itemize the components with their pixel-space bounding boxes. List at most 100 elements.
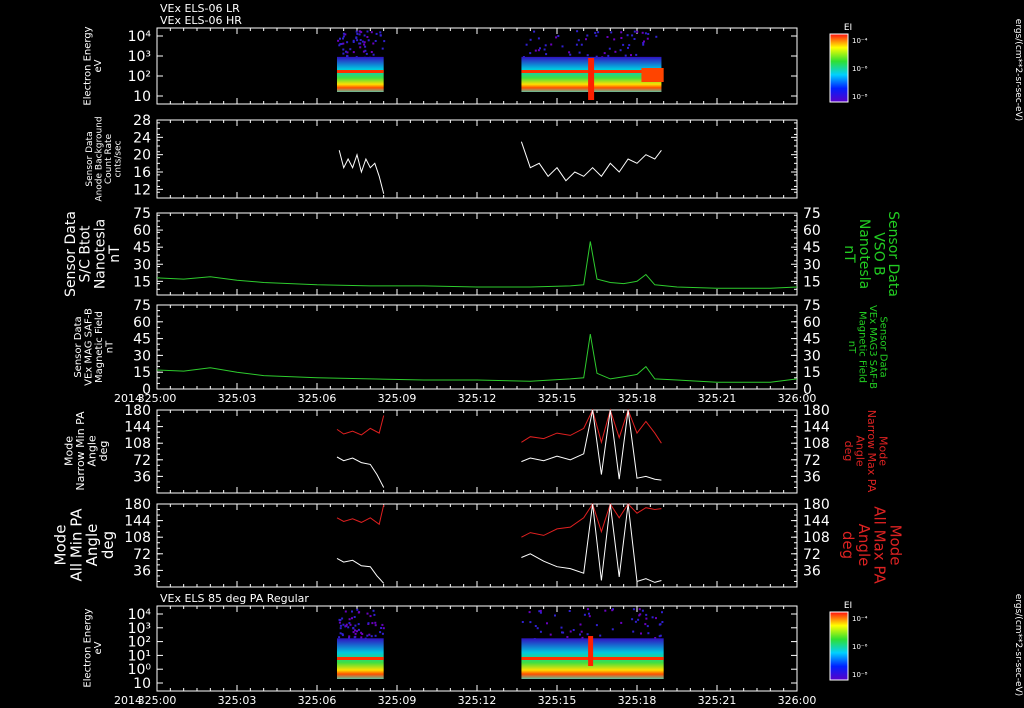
spectrogram-pixel <box>373 54 375 56</box>
spectrogram-pixel <box>632 631 634 633</box>
y-tick-label: 15 <box>133 274 151 290</box>
spectrogram-pixel <box>585 38 587 40</box>
spectrogram-pixel <box>610 31 612 33</box>
axis-label-line: Nanotesla <box>92 219 108 289</box>
ylabel-right-scb: Sensor DataVSO BNanoteslanT <box>841 211 901 297</box>
spectrogram-pixel <box>580 624 582 626</box>
spectrogram-pixel <box>645 618 647 620</box>
data-trace <box>157 334 797 382</box>
spectrogram-pixel <box>633 608 635 610</box>
spectrogram-pixel <box>375 40 377 42</box>
spectrogram-pixel <box>364 41 366 43</box>
y-tick-label: 180 <box>124 403 151 419</box>
spectrogram-pixel <box>620 49 622 51</box>
spectrogram-pixel <box>637 619 639 621</box>
axis-label-line: Sensor Data <box>877 316 888 377</box>
y-tick-label: 30 <box>133 257 151 273</box>
year-label: 2014 <box>114 694 142 707</box>
spectrogram-pixel <box>620 31 622 33</box>
spectrogram-pixel <box>339 622 341 624</box>
time-tick-label: 326:00 <box>778 694 817 707</box>
y-tick-label: 10³ <box>128 49 151 65</box>
spectrogram-pixel <box>368 39 370 41</box>
spectrogram-pixel <box>537 627 539 629</box>
spectrogram-pixel <box>360 632 362 634</box>
y-tick-label: 45 <box>133 332 151 348</box>
spectrogram-pixel <box>604 52 606 54</box>
axis-label-line: VEx MAG SAF-B <box>83 308 94 386</box>
spectrogram-pixel <box>550 634 552 636</box>
panel-frame <box>157 410 797 493</box>
spectrogram-pixel <box>371 635 373 637</box>
spectrogram-pixel <box>381 624 383 626</box>
spectrogram-pixel <box>349 618 351 620</box>
time-tick-label: 325:09 <box>378 392 417 405</box>
spectrogram-pixel <box>569 54 571 56</box>
spectrogram-pixel <box>643 41 645 43</box>
axis-label-line: Magnetic Field <box>856 311 867 383</box>
spectrogram-pixel <box>540 631 542 633</box>
spectrogram-pixel <box>596 624 598 626</box>
spectrogram-pixel <box>383 627 385 629</box>
spectrogram-pixel <box>599 635 601 637</box>
spectrogram-pixel <box>354 625 356 627</box>
spectrogram-pixel <box>355 633 357 635</box>
ylabel-narrow: ModeNarrow Min PAAngledeg <box>63 411 111 491</box>
spectrogram-pixel <box>353 40 355 42</box>
spectrogram-pixel <box>589 615 591 617</box>
y-tick-label: 36 <box>133 469 151 485</box>
y-tick-label-right: 180 <box>803 497 830 513</box>
spectrogram-pixel <box>366 53 368 55</box>
spectrogram-pixel <box>644 623 646 625</box>
time-tick-label: 325:18 <box>618 392 657 405</box>
spectrogram-pixel <box>367 31 369 33</box>
spectrogram-pixel <box>342 624 344 626</box>
year-label: 2014 <box>114 392 142 405</box>
ylabel-right-all: ModeAll Max PAAngledeg <box>839 506 904 584</box>
axis-label-line: eV <box>93 59 104 72</box>
colorbar-tick-label: 10⁻⁴ <box>852 615 868 623</box>
spectrogram-pixel <box>356 31 358 33</box>
spectrogram-pixel <box>661 611 663 613</box>
y-tick-label: 75 <box>133 298 151 314</box>
spectrogram-pixel <box>569 610 571 612</box>
axis-label-line: nT <box>846 341 857 354</box>
spectrogram-pixel <box>587 608 589 610</box>
y-tick-label: 15 <box>133 365 151 381</box>
y-tick-label: 28 <box>133 113 151 129</box>
y-tick-label: 60 <box>133 223 151 239</box>
spectrogram-pixel <box>366 36 368 38</box>
axis-label-line: S/C Btot <box>78 225 94 282</box>
spectrogram-pixel <box>562 632 564 634</box>
spectrogram-pixel <box>655 617 657 619</box>
y-tick-label-right: 30 <box>803 348 821 364</box>
spectrogram-pixel <box>594 32 596 34</box>
spectrogram-pixel <box>587 633 589 635</box>
axis-label-line: deg <box>842 441 855 462</box>
axis-label-line: nT <box>107 245 123 263</box>
ylabel-all: ModeAll Min PAAngledeg <box>52 508 117 582</box>
spectrogram-pixel <box>635 54 637 56</box>
panel-frame <box>157 504 797 587</box>
data-trace <box>521 142 661 181</box>
spectrogram-pixel <box>635 621 637 623</box>
spectrogram-pixel <box>645 614 647 616</box>
data-trace <box>337 505 384 524</box>
spectrogram-pixel <box>631 618 633 620</box>
spectrogram-pixel <box>661 621 663 623</box>
spectrogram-pixel <box>568 51 570 53</box>
colorbar-unit: ergs/(cm**2-sr-sec-eV) <box>1013 19 1023 121</box>
spectrogram-pixel <box>538 37 540 39</box>
time-tick-label: 325:21 <box>698 392 737 405</box>
ylabel-spectrogram-bottom: Electron Energy eV <box>82 608 104 687</box>
spectrogram-pixel <box>587 54 589 56</box>
time-tick-label: 325:00 <box>138 694 177 707</box>
spectrogram-pixel <box>380 627 382 629</box>
ylabel-anode: Sensor Data Anode Background Count Rate cnt… <box>85 116 123 201</box>
axis-label-line: nT <box>104 340 115 353</box>
spectrogram-pixel <box>529 52 531 54</box>
spectrogram-pixel <box>342 38 344 40</box>
y-tick-label: 10 <box>133 89 151 105</box>
spectrogram-pixel <box>360 39 362 41</box>
y-tick-label: 10⁴ <box>128 29 152 45</box>
